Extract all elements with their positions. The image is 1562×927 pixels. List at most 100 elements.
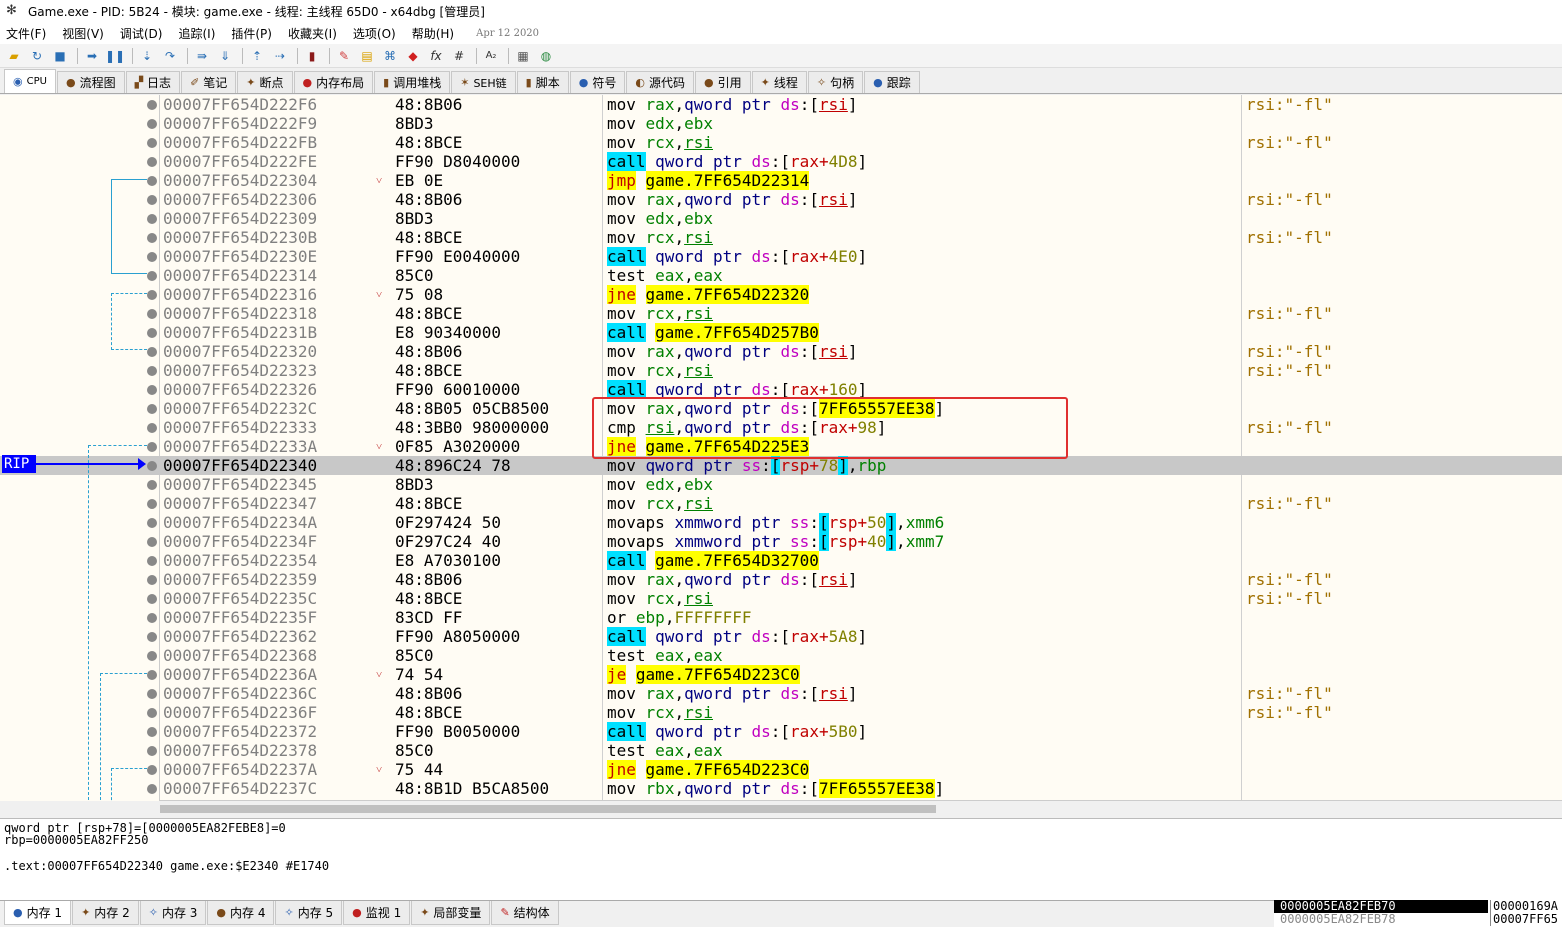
disasm-line[interactable]: 00007FF654D2235F 83CD FF or ebp,FFFFFFFF xyxy=(0,608,1562,627)
run-to-user-code-icon[interactable]: ⇢ xyxy=(270,46,290,66)
hash-icon[interactable]: # xyxy=(449,46,469,66)
breakpoint-dot[interactable] xyxy=(147,176,157,186)
tab-dump-1[interactable]: ● 内存 1 xyxy=(4,901,72,925)
breakpoint-dot[interactable] xyxy=(147,385,157,395)
menu-favourites[interactable]: 收藏夹(I) xyxy=(288,25,337,42)
breakpoint-dot[interactable] xyxy=(147,423,157,433)
step-over-icon[interactable]: ↷ xyxy=(160,46,180,66)
disasm-line[interactable]: 00007FF654D2236F 48:8BCE mov rcx,rsi rsi:"-… xyxy=(0,703,1562,722)
disasm-line[interactable]: 00007FF654D22368 85C0 test eax,eax xyxy=(0,646,1562,665)
breakpoint-dot[interactable] xyxy=(147,575,157,585)
disasm-line[interactable]: 00007FF654D222F9 8BD3 mov edx,ebx xyxy=(0,114,1562,133)
disasm-line[interactable]: 00007FF654D2236C 48:8B06 mov rax,qword ptr… xyxy=(0,684,1562,703)
font-icon[interactable]: A₂ xyxy=(481,46,501,66)
tab-log[interactable]: ▞ 日志 xyxy=(125,71,181,93)
pause-icon[interactable]: ❚❚ xyxy=(105,46,125,66)
tab-dump-2[interactable]: ✦ 内存 2 xyxy=(72,901,139,925)
disasm-line[interactable]: 00007FF654D22323 48:8BCE mov rcx,rsi rsi:"-… xyxy=(0,361,1562,380)
tab-symbols[interactable]: ● 符号 xyxy=(569,71,626,93)
comment-icon[interactable]: ▤ xyxy=(357,46,377,66)
breakpoint-dot[interactable] xyxy=(147,651,157,661)
tab-cpu[interactable]: ◉ CPU xyxy=(4,69,56,93)
breakpoint-dot[interactable] xyxy=(147,765,157,775)
disasm-line[interactable]: 00007FF654D2237A ˅ 75 44 jne game.7FF654D22… xyxy=(0,760,1562,779)
stack-view[interactable]: 0000005EA82FEB70 0000005EA82FEB78 000001… xyxy=(1274,900,1562,927)
disasm-line[interactable]: 00007FF654D2235C 48:8BCE mov rcx,rsi rsi:"-… xyxy=(0,589,1562,608)
trace-into-icon[interactable]: ⇛ xyxy=(192,46,212,66)
breakpoint-dot[interactable] xyxy=(147,727,157,737)
disassembly-view[interactable]: 00007FF654D222F6 48:8B06 mov rax,qword ptr… xyxy=(0,95,1562,801)
breakpoint-dot[interactable] xyxy=(147,157,157,167)
breakpoint-dot[interactable] xyxy=(147,784,157,794)
trace-over-icon[interactable]: ⇓ xyxy=(215,46,235,66)
tab-references[interactable]: ● 引用 xyxy=(695,71,751,93)
disasm-line[interactable]: 00007FF654D22314 85C0 test eax,eax xyxy=(0,266,1562,285)
run-icon[interactable]: ➡ xyxy=(82,46,102,66)
tab-notes[interactable]: ✐ 笔记 xyxy=(181,71,237,93)
disasm-line[interactable]: 00007FF654D22304 ˅ EB 0E jmp game.7FF654D22… xyxy=(0,171,1562,190)
step-into-icon[interactable]: ⇣ xyxy=(137,46,157,66)
tab-struct[interactable]: ✎ 结构体 xyxy=(491,901,559,925)
menu-help[interactable]: 帮助(H) xyxy=(412,25,454,42)
disasm-line[interactable]: 00007FF654D222FE FF90 D8040000 call qword … xyxy=(0,152,1562,171)
disasm-line[interactable]: 00007FF654D22362 FF90 A8050000 call qword … xyxy=(0,627,1562,646)
stop-icon[interactable]: ■ xyxy=(50,46,70,66)
disasm-line[interactable]: 00007FF654D222FB 48:8BCE mov rcx,rsi rsi:"-… xyxy=(0,133,1562,152)
breakpoint-dot[interactable] xyxy=(147,461,157,471)
disasm-line[interactable]: 00007FF654D22378 85C0 test eax,eax xyxy=(0,741,1562,760)
menu-plugins[interactable]: 插件(P) xyxy=(231,25,272,42)
breakpoint-dot[interactable] xyxy=(147,499,157,509)
menu-view[interactable]: 视图(V) xyxy=(62,25,104,42)
scrollbar-thumb[interactable] xyxy=(160,805,936,813)
disasm-line[interactable]: 00007FF654D22316 ˅ 75 08 jne game.7FF654D22… xyxy=(0,285,1562,304)
breakpoint-dot[interactable] xyxy=(147,233,157,243)
breakpoint-dot[interactable] xyxy=(147,442,157,452)
tab-seh[interactable]: ✶ SEH链 xyxy=(451,71,516,93)
breakpoint-dot[interactable] xyxy=(147,518,157,528)
tab-dump-4[interactable]: ● 内存 4 xyxy=(207,901,275,925)
menu-file[interactable]: 文件(F) xyxy=(6,25,46,42)
menu-debug[interactable]: 调试(D) xyxy=(120,25,163,42)
breakpoint-dot[interactable] xyxy=(147,670,157,680)
tab-script[interactable]: ▮ 脚本 xyxy=(516,71,569,93)
breakpoint-dot[interactable] xyxy=(147,746,157,756)
tab-source[interactable]: ◐ 源代码 xyxy=(626,71,694,93)
disasm-line[interactable]: 00007FF654D222F6 48:8B06 mov rax,qword ptr… xyxy=(0,95,1562,114)
tab-memory-map[interactable]: ● 内存布局 xyxy=(293,71,374,93)
horizontal-scrollbar[interactable] xyxy=(160,800,1562,818)
breakpoint-dot[interactable] xyxy=(147,271,157,281)
disasm-line[interactable]: 00007FF654D22347 48:8BCE mov rcx,rsi rsi:"-… xyxy=(0,494,1562,513)
breakpoint-dot[interactable] xyxy=(147,708,157,718)
function-icon[interactable]: fx xyxy=(426,46,446,66)
disasm-line[interactable]: 00007FF654D22372 FF90 B0050000 call qword … xyxy=(0,722,1562,741)
breakpoint-dot[interactable] xyxy=(147,689,157,699)
breakpoint-dot[interactable] xyxy=(147,347,157,357)
breakpoint-dot[interactable] xyxy=(147,613,157,623)
breakpoint-dot[interactable] xyxy=(147,138,157,148)
disasm-line[interactable]: 00007FF654D22318 48:8BCE mov rcx,rsi rsi:"-… xyxy=(0,304,1562,323)
disasm-line[interactable]: 00007FF654D22345 8BD3 mov edx,ebx xyxy=(0,475,1562,494)
disasm-line[interactable]: 00007FF654D2237C 48:8B1D B5CA8500 mov rbx,… xyxy=(0,779,1562,798)
breakpoint-dot[interactable] xyxy=(147,252,157,262)
settings-icon[interactable]: ▦ xyxy=(513,46,533,66)
open-icon[interactable]: ▰ xyxy=(4,46,24,66)
breakpoint-dot[interactable] xyxy=(147,214,157,224)
breakpoint-dot[interactable] xyxy=(147,556,157,566)
disasm-line[interactable]: 00007FF654D22320 48:8B06 mov rax,qword ptr… xyxy=(0,342,1562,361)
stack-row[interactable]: 0000005EA82FEB78 xyxy=(1274,913,1488,926)
breakpoint-dot[interactable] xyxy=(147,404,157,414)
tab-handles[interactable]: ✧ 句柄 xyxy=(807,71,864,93)
tab-call-stack[interactable]: ▮ 调用堆栈 xyxy=(374,71,451,93)
disasm-line[interactable]: 00007FF654D22354 E8 A7030100 call game.7FF… xyxy=(0,551,1562,570)
breakpoint-dot[interactable] xyxy=(147,100,157,110)
breakpoint-dot[interactable] xyxy=(147,119,157,129)
disasm-line[interactable]: 00007FF654D2236A ˅ 74 54 je game.7FF654D223… xyxy=(0,665,1562,684)
menu-options[interactable]: 选项(O) xyxy=(353,25,396,42)
patch-icon[interactable]: ✎ xyxy=(334,46,354,66)
breakpoint-dot[interactable] xyxy=(147,328,157,338)
breakpoint-dot[interactable] xyxy=(147,309,157,319)
tab-threads[interactable]: ✦ 线程 xyxy=(751,71,807,93)
tab-dump-3[interactable]: ✧ 内存 3 xyxy=(139,901,207,925)
execute-till-return-icon[interactable]: ⇡ xyxy=(247,46,267,66)
disasm-line[interactable]: 00007FF654D2230B 48:8BCE mov rcx,rsi rsi:"-… xyxy=(0,228,1562,247)
